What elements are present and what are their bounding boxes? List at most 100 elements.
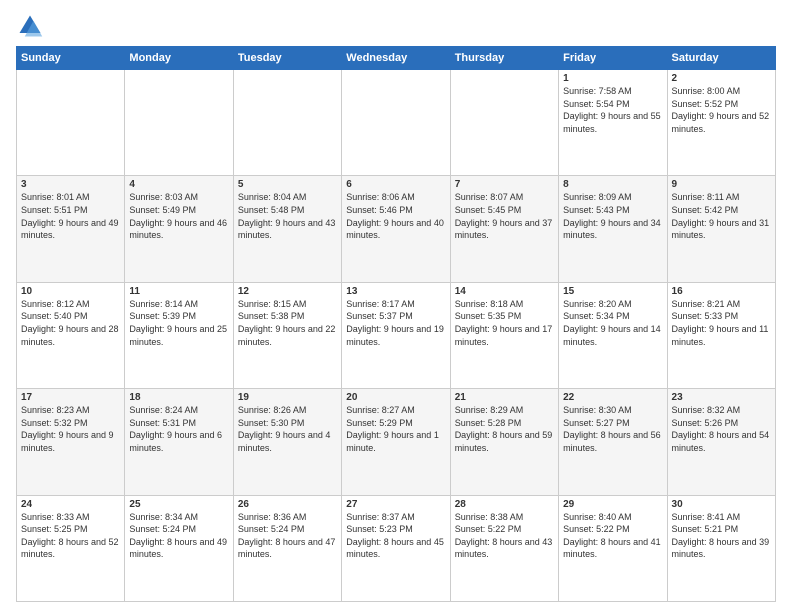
day-info: Sunrise: 8:01 AM Sunset: 5:51 PM Dayligh… [21,191,120,241]
day-cell: 9Sunrise: 8:11 AM Sunset: 5:42 PM Daylig… [667,176,775,282]
day-number: 11 [129,286,228,297]
day-number: 29 [563,499,662,510]
day-number: 8 [563,179,662,190]
day-info: Sunrise: 8:38 AM Sunset: 5:22 PM Dayligh… [455,511,554,561]
day-number: 10 [21,286,120,297]
day-info: Sunrise: 8:14 AM Sunset: 5:39 PM Dayligh… [129,298,228,348]
header-friday: Friday [559,47,667,70]
day-cell: 16Sunrise: 8:21 AM Sunset: 5:33 PM Dayli… [667,282,775,388]
header-saturday: Saturday [667,47,775,70]
header-sunday: Sunday [17,47,125,70]
day-info: Sunrise: 8:41 AM Sunset: 5:21 PM Dayligh… [672,511,771,561]
day-number: 15 [563,286,662,297]
day-cell: 18Sunrise: 8:24 AM Sunset: 5:31 PM Dayli… [125,389,233,495]
day-info: Sunrise: 8:17 AM Sunset: 5:37 PM Dayligh… [346,298,445,348]
day-info: Sunrise: 8:03 AM Sunset: 5:49 PM Dayligh… [129,191,228,241]
calendar-page: SundayMondayTuesdayWednesdayThursdayFrid… [0,0,792,612]
day-cell: 2Sunrise: 8:00 AM Sunset: 5:52 PM Daylig… [667,70,775,176]
day-cell: 3Sunrise: 8:01 AM Sunset: 5:51 PM Daylig… [17,176,125,282]
day-cell: 17Sunrise: 8:23 AM Sunset: 5:32 PM Dayli… [17,389,125,495]
day-cell: 5Sunrise: 8:04 AM Sunset: 5:48 PM Daylig… [233,176,341,282]
day-info: Sunrise: 8:09 AM Sunset: 5:43 PM Dayligh… [563,191,662,241]
day-cell: 23Sunrise: 8:32 AM Sunset: 5:26 PM Dayli… [667,389,775,495]
day-info: Sunrise: 8:06 AM Sunset: 5:46 PM Dayligh… [346,191,445,241]
day-info: Sunrise: 8:04 AM Sunset: 5:48 PM Dayligh… [238,191,337,241]
week-row-0: 1Sunrise: 7:58 AM Sunset: 5:54 PM Daylig… [17,70,776,176]
day-cell: 30Sunrise: 8:41 AM Sunset: 5:21 PM Dayli… [667,495,775,601]
week-row-1: 3Sunrise: 8:01 AM Sunset: 5:51 PM Daylig… [17,176,776,282]
day-info: Sunrise: 8:32 AM Sunset: 5:26 PM Dayligh… [672,404,771,454]
week-row-4: 24Sunrise: 8:33 AM Sunset: 5:25 PM Dayli… [17,495,776,601]
day-cell: 10Sunrise: 8:12 AM Sunset: 5:40 PM Dayli… [17,282,125,388]
day-info: Sunrise: 8:21 AM Sunset: 5:33 PM Dayligh… [672,298,771,348]
day-number: 14 [455,286,554,297]
day-number: 25 [129,499,228,510]
day-info: Sunrise: 8:20 AM Sunset: 5:34 PM Dayligh… [563,298,662,348]
day-number: 30 [672,499,771,510]
day-cell [450,70,558,176]
day-number: 2 [672,73,771,84]
day-number: 28 [455,499,554,510]
day-info: Sunrise: 7:58 AM Sunset: 5:54 PM Dayligh… [563,85,662,135]
day-info: Sunrise: 8:15 AM Sunset: 5:38 PM Dayligh… [238,298,337,348]
week-row-3: 17Sunrise: 8:23 AM Sunset: 5:32 PM Dayli… [17,389,776,495]
day-number: 16 [672,286,771,297]
day-cell: 11Sunrise: 8:14 AM Sunset: 5:39 PM Dayli… [125,282,233,388]
day-cell [125,70,233,176]
day-info: Sunrise: 8:11 AM Sunset: 5:42 PM Dayligh… [672,191,771,241]
day-info: Sunrise: 8:23 AM Sunset: 5:32 PM Dayligh… [21,404,120,454]
day-info: Sunrise: 8:33 AM Sunset: 5:25 PM Dayligh… [21,511,120,561]
day-number: 21 [455,392,554,403]
day-number: 22 [563,392,662,403]
header-row [16,12,776,40]
day-cell: 19Sunrise: 8:26 AM Sunset: 5:30 PM Dayli… [233,389,341,495]
header-row-days: SundayMondayTuesdayWednesdayThursdayFrid… [17,47,776,70]
day-number: 9 [672,179,771,190]
day-number: 24 [21,499,120,510]
day-cell: 15Sunrise: 8:20 AM Sunset: 5:34 PM Dayli… [559,282,667,388]
day-cell: 8Sunrise: 8:09 AM Sunset: 5:43 PM Daylig… [559,176,667,282]
day-cell: 22Sunrise: 8:30 AM Sunset: 5:27 PM Dayli… [559,389,667,495]
day-number: 13 [346,286,445,297]
day-number: 18 [129,392,228,403]
day-info: Sunrise: 8:29 AM Sunset: 5:28 PM Dayligh… [455,404,554,454]
header-monday: Monday [125,47,233,70]
day-cell: 27Sunrise: 8:37 AM Sunset: 5:23 PM Dayli… [342,495,450,601]
day-cell: 28Sunrise: 8:38 AM Sunset: 5:22 PM Dayli… [450,495,558,601]
day-cell [342,70,450,176]
calendar-table: SundayMondayTuesdayWednesdayThursdayFrid… [16,46,776,602]
logo-icon [16,12,44,40]
day-number: 27 [346,499,445,510]
day-cell: 21Sunrise: 8:29 AM Sunset: 5:28 PM Dayli… [450,389,558,495]
day-cell: 12Sunrise: 8:15 AM Sunset: 5:38 PM Dayli… [233,282,341,388]
day-info: Sunrise: 8:07 AM Sunset: 5:45 PM Dayligh… [455,191,554,241]
day-cell: 1Sunrise: 7:58 AM Sunset: 5:54 PM Daylig… [559,70,667,176]
day-cell: 4Sunrise: 8:03 AM Sunset: 5:49 PM Daylig… [125,176,233,282]
day-info: Sunrise: 8:36 AM Sunset: 5:24 PM Dayligh… [238,511,337,561]
day-info: Sunrise: 8:24 AM Sunset: 5:31 PM Dayligh… [129,404,228,454]
day-number: 1 [563,73,662,84]
day-cell: 13Sunrise: 8:17 AM Sunset: 5:37 PM Dayli… [342,282,450,388]
day-cell: 7Sunrise: 8:07 AM Sunset: 5:45 PM Daylig… [450,176,558,282]
day-number: 23 [672,392,771,403]
day-info: Sunrise: 8:37 AM Sunset: 5:23 PM Dayligh… [346,511,445,561]
day-number: 26 [238,499,337,510]
week-row-2: 10Sunrise: 8:12 AM Sunset: 5:40 PM Dayli… [17,282,776,388]
day-cell: 6Sunrise: 8:06 AM Sunset: 5:46 PM Daylig… [342,176,450,282]
day-info: Sunrise: 8:27 AM Sunset: 5:29 PM Dayligh… [346,404,445,454]
day-info: Sunrise: 8:18 AM Sunset: 5:35 PM Dayligh… [455,298,554,348]
day-cell: 25Sunrise: 8:34 AM Sunset: 5:24 PM Dayli… [125,495,233,601]
day-cell: 29Sunrise: 8:40 AM Sunset: 5:22 PM Dayli… [559,495,667,601]
header-wednesday: Wednesday [342,47,450,70]
day-cell: 20Sunrise: 8:27 AM Sunset: 5:29 PM Dayli… [342,389,450,495]
day-cell: 26Sunrise: 8:36 AM Sunset: 5:24 PM Dayli… [233,495,341,601]
day-number: 5 [238,179,337,190]
logo [16,12,48,40]
day-cell: 14Sunrise: 8:18 AM Sunset: 5:35 PM Dayli… [450,282,558,388]
day-info: Sunrise: 8:12 AM Sunset: 5:40 PM Dayligh… [21,298,120,348]
day-number: 6 [346,179,445,190]
day-cell [233,70,341,176]
day-number: 7 [455,179,554,190]
day-info: Sunrise: 8:30 AM Sunset: 5:27 PM Dayligh… [563,404,662,454]
header-thursday: Thursday [450,47,558,70]
